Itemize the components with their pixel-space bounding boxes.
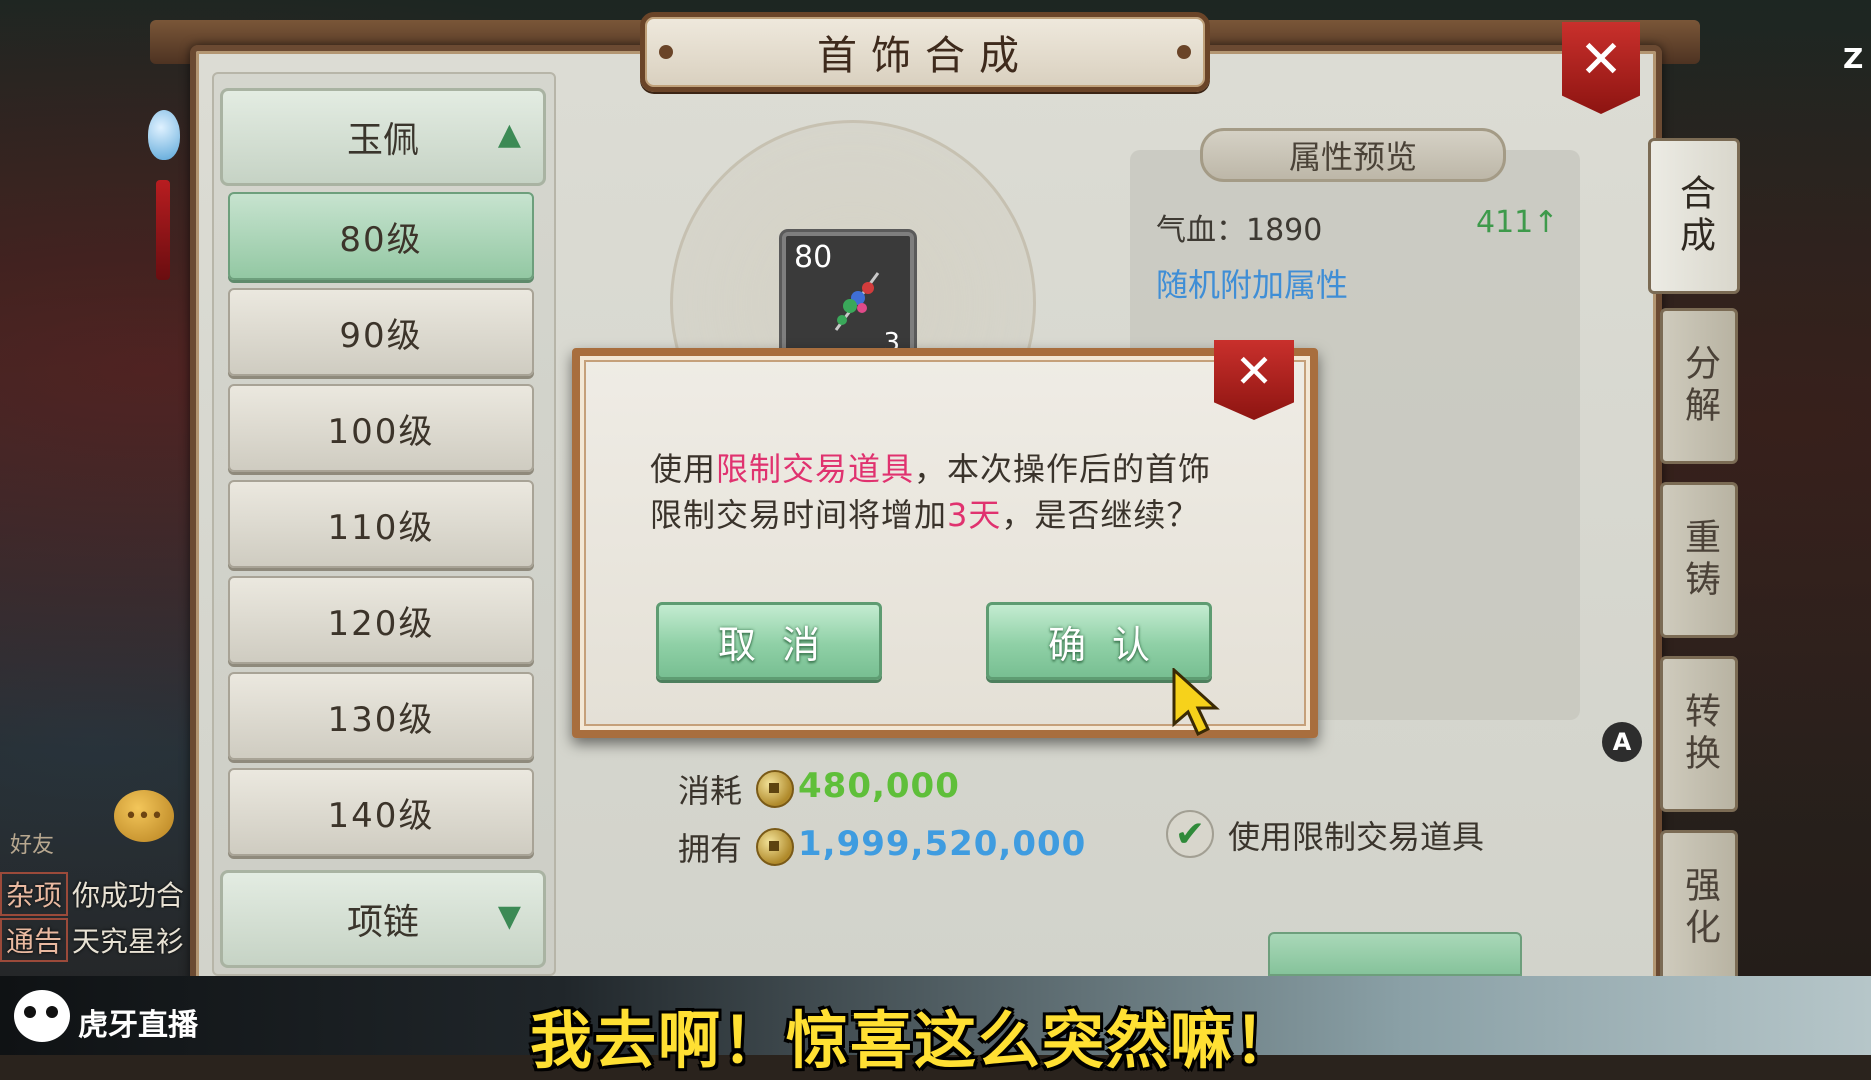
hotkey-z-label: Z	[1843, 42, 1864, 75]
cancel-button[interactable]: 取消	[656, 602, 882, 680]
stream-platform-name: 虎牙直播	[78, 1008, 198, 1043]
compose-button[interactable]	[1268, 932, 1522, 976]
tab-compose[interactable]: 合成	[1648, 138, 1740, 294]
dialog-message-line1: 使用限制交易道具，本次操作后的首饰	[650, 444, 1211, 490]
title-rivet	[659, 45, 673, 59]
huya-logo-icon	[14, 990, 70, 1042]
tab-decompose[interactable]: 分解	[1660, 308, 1738, 464]
gourd-ornament-icon	[148, 110, 180, 160]
category-header-jade-pendant[interactable]: 玉佩 ▲	[220, 88, 546, 186]
tassel-ornament	[156, 180, 170, 280]
level-button-110[interactable]: 110级	[228, 480, 534, 568]
tab-recast[interactable]: 重铸	[1660, 482, 1738, 638]
level-button-80[interactable]: 80级	[228, 192, 534, 280]
item-level: 80	[794, 240, 833, 275]
level-button-120[interactable]: 120级	[228, 576, 534, 664]
close-icon: ✕	[1579, 30, 1623, 90]
window-title-plate: 首饰合成	[640, 12, 1210, 92]
friend-label[interactable]: 好友	[10, 827, 54, 859]
level-button-140[interactable]: 140级	[228, 768, 534, 856]
window-title: 首饰合成	[817, 33, 1033, 79]
chevron-up-icon: ▲	[497, 117, 521, 152]
jade-pendant-icon	[834, 272, 880, 331]
item-slot[interactable]: 80 3	[782, 232, 914, 364]
chat-line: 杂项 你成功合	[0, 872, 184, 916]
title-rivet	[1177, 45, 1191, 59]
close-window-button[interactable]: ✕	[1562, 22, 1640, 114]
chat-bubble-icon[interactable]: •••	[114, 790, 174, 842]
level-button-90[interactable]: 90级	[228, 288, 534, 376]
chat-tag: 通告	[0, 918, 69, 962]
consume-value: 480,000	[798, 766, 960, 806]
checkmark-icon: ✔	[1174, 813, 1206, 855]
chat-text: 你成功合	[72, 879, 185, 912]
hotkey-a-badge: A	[1602, 722, 1642, 762]
category-label: 玉佩	[346, 120, 419, 161]
level-button-100[interactable]: 100级	[228, 384, 534, 472]
level-button-130[interactable]: 130级	[228, 672, 534, 760]
dialog-highlight-restricted-item: 限制交易道具	[716, 450, 915, 488]
stream-subtitle: 我去啊！惊喜这么突然嘛！	[530, 1004, 1299, 1077]
use-restricted-checkbox[interactable]: ✔	[1166, 810, 1214, 858]
tab-convert[interactable]: 转换	[1660, 656, 1738, 812]
tab-enhance[interactable]: 强化	[1660, 830, 1738, 986]
dialog-text: ，本次操作后的首饰	[914, 450, 1212, 488]
dialog-text: 限制交易时间将增加	[650, 496, 948, 534]
coin-icon	[756, 828, 794, 866]
chat-tag: 杂项	[0, 872, 69, 916]
attribute-preview-title: 属性预览	[1200, 128, 1506, 182]
mouse-cursor-icon	[1172, 668, 1220, 737]
use-restricted-label[interactable]: 使用限制交易道具	[1228, 812, 1484, 858]
dialog-text: 使用	[650, 450, 717, 488]
chevron-down-icon: ▼	[497, 899, 521, 934]
category-label: 项链	[346, 902, 419, 943]
hp-increase: 411↑	[1476, 205, 1559, 240]
dialog-text: ，是否继续？	[1001, 496, 1200, 534]
consume-label: 消耗	[678, 772, 743, 810]
own-label: 拥有	[678, 830, 743, 868]
own-value: 1,999,520,000	[798, 824, 1087, 864]
hp-attribute: 气血：1890	[1156, 213, 1323, 248]
coin-icon	[756, 770, 794, 808]
chat-text: 天究星衫	[72, 925, 185, 958]
chat-line: 通告 天究星衫	[0, 918, 184, 962]
dialog-highlight-days: 3天	[947, 496, 1002, 534]
dialog-message-line2: 限制交易时间将增加3天，是否继续？	[650, 490, 1199, 536]
random-bonus-link[interactable]: 随机附加属性	[1156, 260, 1348, 306]
close-icon: ✕	[1234, 344, 1274, 398]
category-header-necklace[interactable]: 项链 ▼	[220, 870, 546, 968]
